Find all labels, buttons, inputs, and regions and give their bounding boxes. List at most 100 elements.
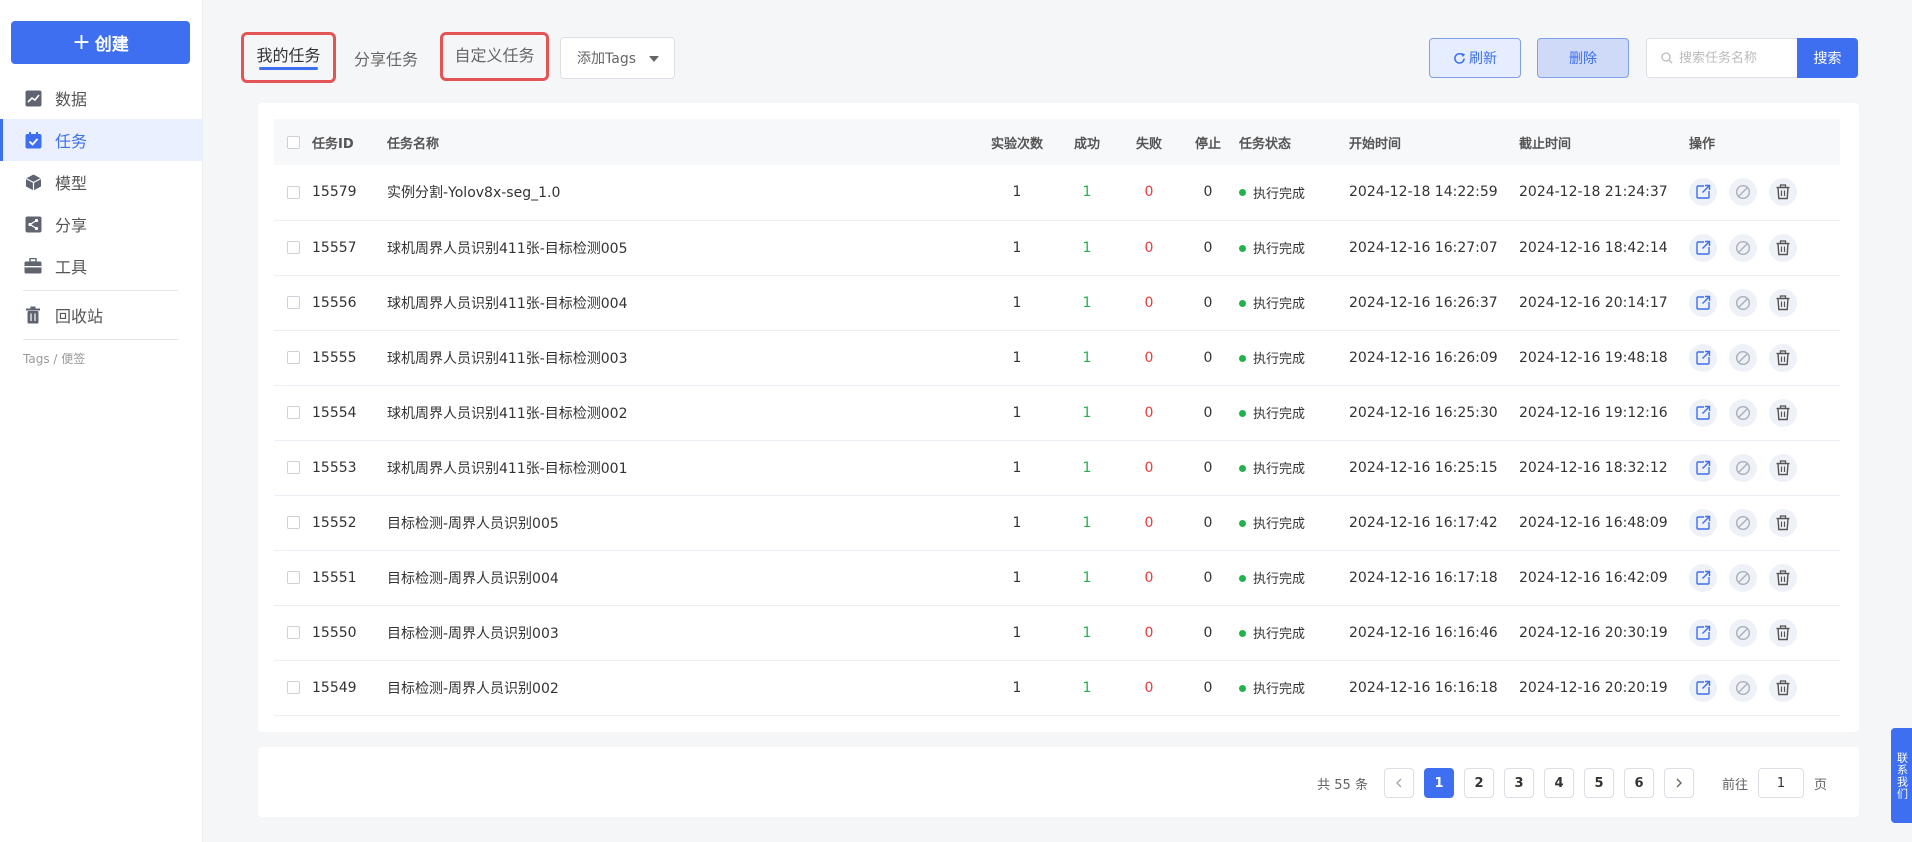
- task-name[interactable]: 目标检测-周界人员识别004: [387, 550, 981, 606]
- open-icon[interactable]: [1689, 563, 1717, 592]
- row-checkbox[interactable]: [287, 626, 300, 639]
- page-button[interactable]: 1: [1423, 768, 1454, 798]
- delete-label: 删除: [1569, 51, 1597, 67]
- open-icon[interactable]: [1689, 343, 1717, 372]
- task-name[interactable]: 球机周界人员识别411张-目标检测004: [387, 275, 981, 331]
- table-row[interactable]: 15556 球机周界人员识别411张-目标检测004 1 1 0 0 执行完成 2024-12…: [274, 275, 1840, 331]
- page-button[interactable]: 4: [1543, 768, 1574, 798]
- stop-icon[interactable]: [1729, 233, 1757, 262]
- tags-label[interactable]: Tags / 便签: [0, 343, 202, 373]
- table-row[interactable]: 15552 目标检测-周界人员识别005 1 1 0 0 执行完成 2024-12-16 16…: [274, 495, 1840, 551]
- delete-icon[interactable]: [1769, 453, 1797, 482]
- row-checkbox[interactable]: [287, 681, 300, 694]
- table-row[interactable]: 15550 目标检测-周界人员识别003 1 1 0 0 执行完成 2024-12-16 16…: [274, 605, 1840, 661]
- prev-page-button[interactable]: [1383, 768, 1414, 798]
- sidebar-item-models[interactable]: 模型: [0, 161, 202, 203]
- row-checkbox[interactable]: [287, 571, 300, 584]
- row-checkbox[interactable]: [287, 185, 300, 199]
- delete-icon[interactable]: [1769, 233, 1797, 262]
- table-row[interactable]: 15557 球机周界人员识别411张-目标检测005 1 1 0 0 执行完成 2024-12…: [274, 220, 1840, 276]
- sidebar-item-data[interactable]: 数据: [0, 77, 202, 119]
- task-name[interactable]: 实例分割-Yolov8x-seg_1.0: [387, 165, 981, 221]
- stop-icon[interactable]: [1729, 618, 1757, 647]
- search-button[interactable]: 搜索: [1797, 38, 1858, 78]
- page-button[interactable]: 6: [1623, 768, 1654, 798]
- delete-icon[interactable]: [1769, 563, 1797, 592]
- task-runs: 1: [981, 440, 1053, 496]
- table-row[interactable]: 15579 实例分割-Yolov8x-seg_1.0 1 1 0 0 执行完成 2024-12…: [274, 165, 1840, 221]
- row-checkbox[interactable]: [287, 241, 300, 254]
- row-checkbox[interactable]: [287, 406, 300, 419]
- stop-icon[interactable]: [1729, 563, 1757, 592]
- stop-icon[interactable]: [1729, 398, 1757, 427]
- delete-icon[interactable]: [1769, 673, 1797, 702]
- open-icon[interactable]: [1689, 178, 1717, 207]
- table-row[interactable]: 15551 目标检测-周界人员识别004 1 1 0 0 执行完成 2024-12-16 16…: [274, 550, 1840, 606]
- status-badge: 执行完成: [1239, 440, 1349, 496]
- delete-icon[interactable]: [1769, 618, 1797, 647]
- delete-icon[interactable]: [1769, 343, 1797, 372]
- end-time: 2024-12-16 18:42:14: [1519, 220, 1689, 276]
- tab-custom-tasks[interactable]: 自定义任务: [440, 32, 549, 81]
- start-time: 2024-12-16 16:26:37: [1349, 275, 1519, 331]
- refresh-button[interactable]: 刷新: [1429, 38, 1521, 78]
- task-table: 任务ID 任务名称 实验次数 成功 失败 停止 任务状态 开始时间 截止时间 操…: [274, 119, 1840, 716]
- open-icon[interactable]: [1689, 233, 1717, 262]
- header-runs: 实验次数: [990, 136, 1043, 152]
- stop-icon[interactable]: [1729, 508, 1757, 537]
- tab-shared-tasks[interactable]: 分享任务: [354, 46, 418, 70]
- stop-icon[interactable]: [1729, 178, 1757, 207]
- row-checkbox[interactable]: [287, 296, 300, 309]
- tab-my-tasks[interactable]: 我的任务: [241, 32, 336, 83]
- stop-icon[interactable]: [1729, 453, 1757, 482]
- search-input[interactable]: [1679, 50, 1789, 66]
- task-fail: 0: [1121, 495, 1177, 551]
- page-button[interactable]: 2: [1463, 768, 1494, 798]
- delete-icon[interactable]: [1769, 398, 1797, 427]
- table-row[interactable]: 15555 球机周界人员识别411张-目标检测003 1 1 0 0 执行完成 2024-12…: [274, 330, 1840, 386]
- table-row[interactable]: 15549 目标检测-周界人员识别002 1 1 0 0 执行完成 2024-12-16 16…: [274, 660, 1840, 716]
- open-icon[interactable]: [1689, 508, 1717, 537]
- row-actions: [1689, 605, 1840, 661]
- goto-page-input[interactable]: [1757, 768, 1804, 798]
- delete-icon[interactable]: [1769, 288, 1797, 317]
- open-icon[interactable]: [1689, 673, 1717, 702]
- contact-us-button[interactable]: 联系我们: [1891, 728, 1912, 823]
- row-checkbox[interactable]: [287, 516, 300, 529]
- sidebar-item-recycle-bin[interactable]: 回收站: [0, 294, 202, 336]
- delete-icon[interactable]: [1769, 178, 1797, 207]
- table-row[interactable]: 15553 球机周界人员识别411张-目标检测001 1 1 0 0 执行完成 2024-12…: [274, 440, 1840, 496]
- divider: [23, 339, 178, 340]
- row-actions: [1689, 385, 1840, 441]
- stop-icon[interactable]: [1729, 673, 1757, 702]
- select-all-checkbox[interactable]: [287, 135, 300, 149]
- next-page-button[interactable]: [1663, 768, 1694, 798]
- task-name[interactable]: 球机周界人员识别411张-目标检测003: [387, 330, 981, 386]
- task-fail: 0: [1121, 165, 1177, 221]
- task-id: 15552: [312, 495, 387, 551]
- open-icon[interactable]: [1689, 618, 1717, 647]
- task-name[interactable]: 目标检测-周界人员识别003: [387, 605, 981, 661]
- add-tags-select[interactable]: 添加Tags: [560, 37, 675, 79]
- sidebar-item-tools[interactable]: 工具: [0, 245, 202, 287]
- task-name[interactable]: 球机周界人员识别411张-目标检测002: [387, 385, 981, 441]
- task-name[interactable]: 目标检测-周界人员识别002: [387, 660, 981, 716]
- sidebar-item-share[interactable]: 分享: [0, 203, 202, 245]
- row-checkbox[interactable]: [287, 461, 300, 474]
- delete-icon[interactable]: [1769, 508, 1797, 537]
- sidebar-item-tasks[interactable]: 任务: [0, 119, 202, 161]
- task-name[interactable]: 球机周界人员识别411张-目标检测005: [387, 220, 981, 276]
- open-icon[interactable]: [1689, 398, 1717, 427]
- task-name[interactable]: 球机周界人员识别411张-目标检测001: [387, 440, 981, 496]
- row-checkbox[interactable]: [287, 351, 300, 364]
- page-button[interactable]: 5: [1583, 768, 1614, 798]
- page-button[interactable]: 3: [1503, 768, 1534, 798]
- create-button[interactable]: + 创建: [11, 21, 190, 64]
- task-name[interactable]: 目标检测-周界人员识别005: [387, 495, 981, 551]
- open-icon[interactable]: [1689, 453, 1717, 482]
- stop-icon[interactable]: [1729, 288, 1757, 317]
- table-row[interactable]: 15554 球机周界人员识别411张-目标检测002 1 1 0 0 执行完成 2024-12…: [274, 385, 1840, 441]
- delete-button[interactable]: 删除: [1537, 38, 1629, 78]
- stop-icon[interactable]: [1729, 343, 1757, 372]
- open-icon[interactable]: [1689, 288, 1717, 317]
